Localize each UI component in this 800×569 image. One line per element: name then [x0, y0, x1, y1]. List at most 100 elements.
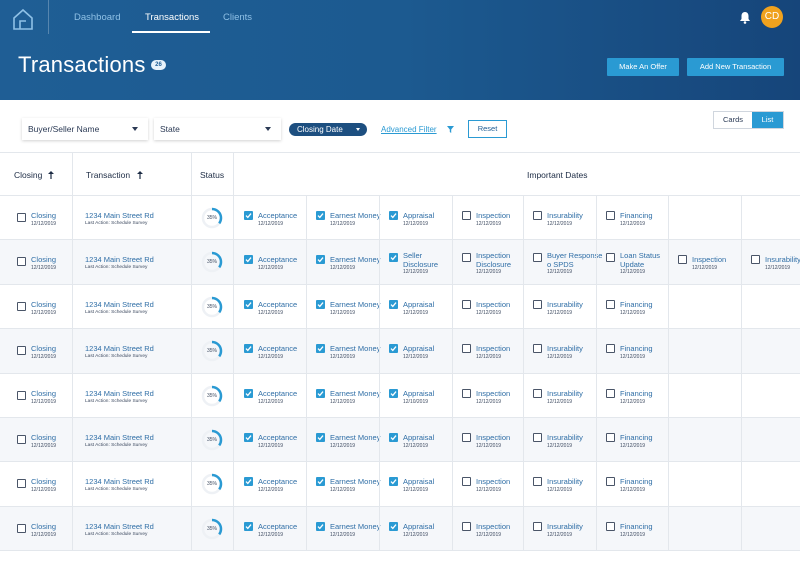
closing-column-header[interactable]: Closing — [14, 170, 42, 180]
closing-label[interactable]: Closing — [31, 433, 56, 442]
date-label[interactable]: Inspection Disclosure — [476, 251, 528, 269]
row-select-checkbox[interactable] — [17, 213, 26, 222]
date-label[interactable]: Inspection — [476, 300, 528, 309]
date-label[interactable]: Inspection — [692, 255, 744, 264]
transaction-address-link[interactable]: 1234 Main Street Rd — [85, 211, 154, 220]
transaction-column-header[interactable]: Transaction — [86, 170, 130, 180]
table-row[interactable]: Closing 12/12/2019 1234 Main Street Rd Last… — [0, 462, 800, 507]
date-checkbox[interactable] — [316, 477, 325, 487]
transaction-address-link[interactable]: 1234 Main Street Rd — [85, 389, 154, 398]
date-label[interactable]: Appraisal — [403, 522, 455, 531]
date-checkbox[interactable] — [533, 477, 542, 487]
closing-label[interactable]: Closing — [31, 300, 56, 309]
date-checkbox[interactable] — [244, 344, 253, 354]
date-label[interactable]: Earnest Money — [330, 389, 382, 398]
date-label[interactable]: Acceptance — [258, 389, 310, 398]
date-checkbox[interactable] — [533, 388, 542, 398]
date-checkbox[interactable] — [606, 521, 615, 531]
date-label[interactable]: Financing — [620, 522, 672, 531]
closing-label[interactable]: Closing — [31, 522, 56, 531]
row-select-checkbox[interactable] — [17, 301, 26, 311]
date-label[interactable]: Appraisal — [403, 211, 455, 220]
table-row[interactable]: Closing 12/12/2019 1234 Main Street Rd Last… — [0, 284, 800, 330]
table-row[interactable]: Closing 12/12/2019 1234 Main Street Rd Last… — [0, 196, 800, 241]
date-label[interactable]: Appraisal — [403, 477, 455, 486]
reset-button[interactable]: Reset — [468, 120, 507, 138]
date-checkbox[interactable] — [244, 433, 253, 442]
date-label[interactable]: Earnest Money — [330, 522, 382, 531]
date-checkbox[interactable] — [389, 521, 398, 531]
state-select[interactable]: State — [154, 118, 281, 140]
date-label[interactable]: Acceptance — [258, 522, 310, 531]
date-label[interactable]: Financing — [620, 211, 672, 220]
table-row[interactable]: Closing 12/12/2019 1234 Main Street Rd Last… — [0, 373, 800, 418]
date-label[interactable]: Appraisal — [403, 389, 455, 398]
row-select-checkbox[interactable] — [17, 523, 26, 533]
date-label[interactable]: Inspection — [476, 344, 528, 353]
date-label[interactable]: Financing — [620, 300, 672, 309]
transaction-address-link[interactable]: 1234 Main Street Rd — [85, 433, 154, 442]
add-transaction-button[interactable]: Add New Transaction — [687, 58, 784, 76]
date-label[interactable]: Inspection — [476, 433, 528, 442]
date-label[interactable]: Financing — [620, 477, 672, 486]
date-checkbox[interactable] — [606, 299, 615, 309]
date-label[interactable]: Earnest Money — [330, 211, 382, 220]
tab-clients[interactable]: Clients — [223, 12, 252, 23]
closing-label[interactable]: Closing — [31, 344, 56, 353]
date-checkbox[interactable] — [316, 344, 325, 354]
tab-dashboard[interactable]: Dashboard — [74, 12, 120, 23]
date-checkbox[interactable] — [244, 211, 253, 220]
row-select-checkbox[interactable] — [17, 346, 26, 356]
date-checkbox[interactable] — [316, 299, 325, 309]
table-row[interactable]: Closing 12/12/2019 1234 Main Street Rd Last… — [0, 506, 800, 552]
date-label[interactable]: Acceptance — [258, 300, 310, 309]
date-checkbox[interactable] — [244, 388, 253, 398]
closing-label[interactable]: Closing — [31, 389, 56, 398]
list-view-button[interactable]: List — [752, 112, 783, 128]
date-label[interactable]: Inspection — [476, 389, 528, 398]
date-checkbox[interactable] — [316, 211, 325, 220]
date-checkbox[interactable] — [316, 433, 325, 442]
date-label[interactable]: Insurability — [765, 255, 800, 264]
date-checkbox[interactable] — [606, 344, 615, 354]
date-label[interactable]: Appraisal — [403, 344, 455, 353]
date-label[interactable]: Earnest Money — [330, 255, 382, 264]
row-select-checkbox[interactable] — [17, 257, 26, 267]
date-label[interactable]: Acceptance — [258, 477, 310, 486]
buyer-seller-select[interactable]: Buyer/Seller Name — [22, 118, 148, 140]
make-offer-button[interactable]: Make An Offer — [607, 58, 679, 76]
transaction-address-link[interactable]: 1234 Main Street Rd — [85, 477, 154, 486]
row-select-checkbox[interactable] — [17, 435, 26, 444]
table-row[interactable]: Closing 12/12/2019 1234 Main Street Rd Last… — [0, 418, 800, 463]
date-label[interactable]: Financing — [620, 389, 672, 398]
date-checkbox[interactable] — [389, 433, 398, 442]
date-checkbox[interactable] — [244, 521, 253, 531]
date-checkbox[interactable] — [606, 388, 615, 398]
funnel-icon[interactable] — [447, 126, 454, 133]
date-checkbox[interactable] — [462, 477, 471, 487]
sort-up-icon[interactable] — [137, 171, 143, 179]
home-logo-icon[interactable] — [12, 8, 34, 30]
date-checkbox[interactable] — [533, 299, 542, 309]
date-checkbox[interactable] — [533, 211, 542, 220]
date-checkbox[interactable] — [389, 253, 398, 263]
date-checkbox[interactable] — [606, 211, 615, 220]
date-label[interactable]: Acceptance — [258, 255, 310, 264]
date-checkbox[interactable] — [462, 433, 471, 442]
date-label[interactable]: Acceptance — [258, 211, 310, 220]
date-checkbox[interactable] — [606, 477, 615, 487]
date-label[interactable]: Earnest Money — [330, 344, 382, 353]
date-label[interactable]: Acceptance — [258, 344, 310, 353]
date-checkbox[interactable] — [316, 521, 325, 531]
date-checkbox[interactable] — [389, 344, 398, 354]
row-select-checkbox[interactable] — [17, 390, 26, 400]
date-checkbox[interactable] — [316, 255, 325, 265]
sort-up-icon[interactable] — [48, 171, 54, 179]
closing-label[interactable]: Closing — [31, 477, 56, 486]
date-label[interactable]: Inspection — [476, 477, 528, 486]
date-checkbox[interactable] — [462, 521, 471, 531]
transaction-address-link[interactable]: 1234 Main Street Rd — [85, 300, 154, 309]
table-row[interactable]: Closing 12/12/2019 1234 Main Street Rd Last… — [0, 240, 800, 285]
date-label[interactable]: Earnest Money — [330, 433, 382, 442]
avatar[interactable]: CD — [761, 6, 783, 28]
